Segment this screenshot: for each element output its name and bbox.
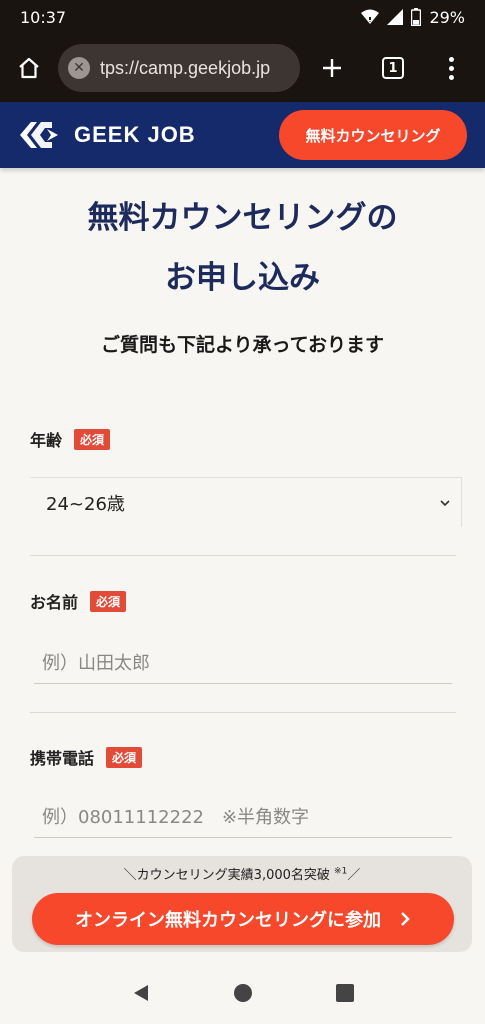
wifi-icon: [361, 9, 380, 24]
battery-percent: 29%: [429, 7, 465, 27]
back-icon[interactable]: [132, 983, 150, 1003]
age-select-value: 24~26歳: [46, 493, 125, 515]
caption-text: ＼カウンセリング実績3,000名突破: [123, 868, 330, 883]
required-badge: 必須: [74, 428, 111, 450]
browser-menu-button[interactable]: [422, 34, 480, 102]
header-counseling-button[interactable]: 無料カウンセリング: [279, 110, 467, 160]
online-counseling-button[interactable]: オンライン無料カウンセリングに参加: [32, 893, 454, 945]
tab-switcher-button[interactable]: 1: [364, 34, 422, 102]
phone-input[interactable]: [34, 798, 452, 838]
page-title-line1: 無料カウンセリングの: [87, 200, 398, 236]
phone-label-text: 携帯電話: [30, 749, 95, 768]
plus-icon: [323, 59, 341, 77]
home-button[interactable]: [0, 34, 58, 102]
online-counseling-button-label: オンライン無料カウンセリングに参加: [75, 910, 381, 931]
status-icons: 29%: [361, 8, 465, 27]
new-tab-button[interactable]: [300, 34, 364, 102]
caption-footnote: ※1: [334, 866, 348, 877]
name-label-text: お名前: [30, 593, 79, 612]
recents-icon[interactable]: [335, 984, 354, 1002]
close-icon[interactable]: ✕: [68, 57, 90, 79]
counseling-record-caption: ＼カウンセリング実績3,000名突破 ※1／: [12, 864, 472, 883]
required-badge: 必須: [106, 746, 143, 768]
more-dots-icon: [448, 56, 454, 62]
logo-text: GEEK JOB: [74, 122, 196, 147]
chevron-down-icon: [440, 499, 450, 506]
tab-count: 1: [382, 57, 404, 79]
age-label-text: 年齢: [30, 431, 63, 450]
status-bar: 10:37 29%: [0, 0, 485, 34]
age-select[interactable]: 24~26歳: [30, 477, 462, 527]
divider: [30, 555, 456, 556]
url-bar[interactable]: ✕ tps://camp.geekjob.jp: [58, 44, 300, 92]
home-circle-icon[interactable]: [233, 983, 253, 1003]
url-text[interactable]: tps://camp.geekjob.jp: [100, 58, 270, 79]
required-badge: 必須: [90, 590, 127, 612]
page-title-line2: お申し込み: [165, 260, 320, 296]
system-nav-bar: [0, 962, 485, 1024]
chevron-right-icon: [401, 912, 410, 926]
browser-toolbar: ✕ tps://camp.geekjob.jp 1: [0, 34, 485, 102]
page-title: 無料カウンセリングの お申し込み: [0, 188, 485, 308]
name-label: お名前 必須: [30, 589, 127, 613]
signal-icon: [387, 9, 404, 25]
home-icon: [19, 57, 39, 79]
site-logo[interactable]: GEEK JOB: [18, 120, 196, 150]
floating-cta-panel: ＼カウンセリング実績3,000名突破 ※1／ オンライン無料カウンセリングに参加: [12, 856, 472, 952]
site-header: GEEK JOB 無料カウンセリング: [0, 102, 485, 168]
name-input[interactable]: [34, 644, 452, 684]
age-label: 年齢 必須: [30, 427, 111, 451]
page-subtitle: ご質問も下記より承っております: [100, 334, 385, 356]
geekjob-logo-icon: [20, 122, 58, 148]
status-time: 10:37: [20, 7, 67, 27]
divider: [30, 712, 456, 713]
phone-label: 携帯電話 必須: [30, 745, 143, 769]
battery-icon: [411, 8, 422, 26]
caption-end: ／: [347, 868, 361, 883]
